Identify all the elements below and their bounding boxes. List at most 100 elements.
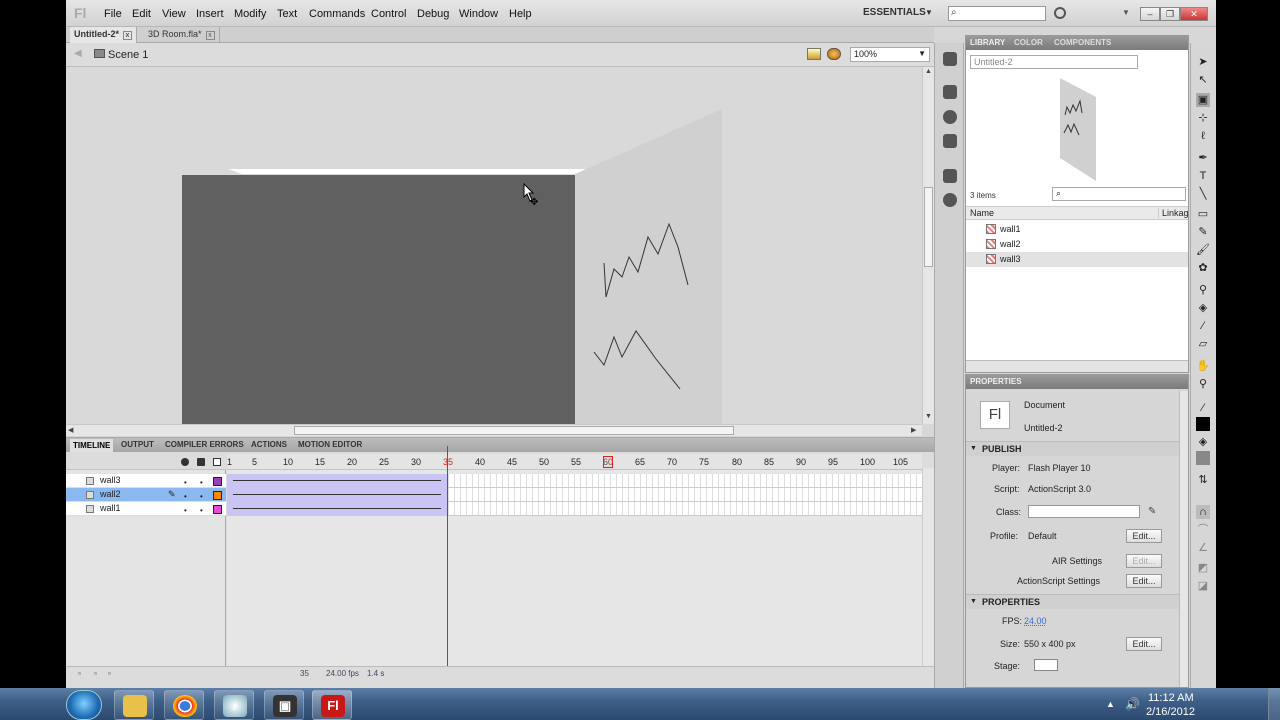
profile-edit-button[interactable]: Edit... [1126,529,1162,543]
sync-icon[interactable] [1054,7,1066,19]
library-item[interactable]: wall3 [966,252,1188,267]
scroll-down-icon[interactable]: ▼ [925,413,932,420]
stroke-color-swatch[interactable] [1196,417,1210,431]
clock-time[interactable]: 11:12 AM [1148,692,1194,704]
scrollbar-thumb[interactable] [924,187,933,267]
new-folder-icon[interactable]: ▫ [94,669,97,678]
visibility-dot[interactable]: • [184,506,187,515]
3d-rotation-tool-icon[interactable]: ⊹ [1196,111,1210,125]
as-edit-button[interactable]: Edit... [1126,574,1162,588]
tab-output[interactable]: OUTPUT [121,440,154,449]
library-document-select[interactable]: Untitled-2 [970,55,1138,69]
tray-expand-icon[interactable]: ▲ [1106,699,1115,709]
text-tool-icon[interactable]: T [1196,169,1210,183]
timeline-scrollbar[interactable] [922,468,934,666]
properties-section[interactable]: ▼ PROPERTIES [966,594,1188,609]
taskbar-flash[interactable]: Fl [312,690,352,720]
scroll-right-icon[interactable]: ▶ [911,426,916,434]
column-name[interactable]: Name [970,208,994,218]
chevron-down-icon[interactable]: ▼ [1122,8,1130,17]
clock-date[interactable]: 2/16/2012 [1146,706,1195,718]
lock-dot[interactable]: • [200,506,203,515]
wall-front[interactable] [182,175,575,424]
taskbar-itunes[interactable]: ♪ [214,690,254,720]
close-icon[interactable]: x [205,31,215,40]
pencil-tool-icon[interactable]: ✎ [1196,225,1210,239]
layer-color-swatch[interactable] [213,491,222,500]
motion-tween[interactable] [227,474,448,487]
selection-tool-icon[interactable]: ➤ [1196,55,1210,69]
tool-option-icon[interactable]: ◪ [1196,579,1210,593]
align-icon[interactable] [943,85,957,99]
components-icon[interactable] [943,193,957,207]
menu-commands[interactable]: Commands [309,8,365,20]
library-search-input[interactable]: ⌕ [1052,187,1186,201]
pencil-icon[interactable]: ✎ [1148,506,1156,517]
volume-icon[interactable]: 🔊 [1125,697,1140,711]
restore-button[interactable]: ❐ [1160,7,1180,21]
taskbar-camtasia[interactable]: ▣ [264,690,304,720]
edit-scene-icon[interactable] [807,48,821,60]
motion-presets-icon[interactable] [943,52,957,66]
scrollbar-thumb[interactable] [294,426,734,435]
current-frame[interactable]: 35 [300,669,309,678]
frame-row[interactable] [227,502,922,516]
eye-icon[interactable] [181,458,189,466]
paint-bucket-tool-icon[interactable]: ◈ [1196,301,1210,315]
scroll-up-icon[interactable]: ▲ [925,68,932,75]
publish-section[interactable]: ▼ PUBLISH [966,441,1188,456]
menu-view[interactable]: View [162,8,186,20]
chevron-down-icon[interactable]: ▼ [925,8,933,17]
smooth-icon[interactable]: ⌒ [1196,523,1210,537]
menu-window[interactable]: Window [459,8,498,20]
stroke-color-icon[interactable]: ⁄ [1196,401,1210,415]
tab-timeline[interactable]: TIMELINE [70,439,114,452]
layer-color-swatch[interactable] [213,505,222,514]
eraser-tool-icon[interactable]: ▱ [1196,337,1210,351]
menu-debug[interactable]: Debug [417,8,449,20]
snap-magnet-icon[interactable]: ∩ [1196,505,1210,519]
wall-top-edge[interactable] [228,169,589,174]
tab-compiler-errors[interactable]: COMPILER ERRORS [165,440,244,449]
tab-untitled-2[interactable]: Untitled-2* x [70,27,137,43]
wall-side[interactable] [575,109,722,424]
tab-components[interactable]: COMPONENTS [1054,38,1111,47]
delete-layer-icon[interactable]: ▫ [108,669,111,678]
minimize-button[interactable]: – [1140,7,1160,21]
edit-symbols-icon[interactable] [827,48,841,60]
outline-icon[interactable] [213,458,221,466]
code-snippets-icon[interactable] [943,169,957,183]
lock-dot[interactable]: • [200,478,203,487]
pen-tool-icon[interactable]: ✒ [1196,151,1210,165]
tab-3d-room[interactable]: 3D Room.fla* x [144,27,220,43]
zoom-select[interactable]: 100% ▼ [850,47,930,62]
free-transform-tool-icon[interactable]: ▣ [1196,93,1210,107]
hand-tool-icon[interactable]: ✋ [1196,359,1210,373]
menu-insert[interactable]: Insert [196,8,224,20]
zoom-tool-icon[interactable]: ⚲ [1196,377,1210,391]
lock-icon[interactable] [197,458,205,466]
layer-row[interactable]: wall2 ✎ • • [66,488,226,502]
menu-edit[interactable]: Edit [132,8,151,20]
motion-tween[interactable] [227,488,448,501]
column-linkage[interactable]: Linkag [1158,208,1189,218]
air-edit-button[interactable]: Edit... [1126,554,1162,568]
start-button[interactable] [66,690,102,720]
back-arrow-icon[interactable]: ◀ [74,48,82,59]
bone-tool-icon[interactable]: ⚲ [1196,283,1210,297]
tab-library[interactable]: LIBRARY [970,38,1005,47]
swap-colors-icon[interactable]: ⇅ [1196,473,1210,487]
frame-row[interactable] [227,474,922,488]
tool-option-icon[interactable]: ◩ [1196,561,1210,575]
tab-motion-editor[interactable]: MOTION EDITOR [298,440,362,449]
brush-tool-icon[interactable]: 🖌 [1196,243,1210,257]
playhead[interactable] [603,456,613,468]
layer-row[interactable]: wall1 • • [66,502,226,516]
menu-control[interactable]: Control [371,8,406,20]
lock-dot[interactable]: • [200,492,203,501]
taskbar-chrome[interactable] [164,690,204,720]
info-icon[interactable] [943,110,957,124]
visibility-dot[interactable]: • [184,478,187,487]
frame-row[interactable] [227,488,922,502]
visibility-dot[interactable]: • [184,492,187,501]
